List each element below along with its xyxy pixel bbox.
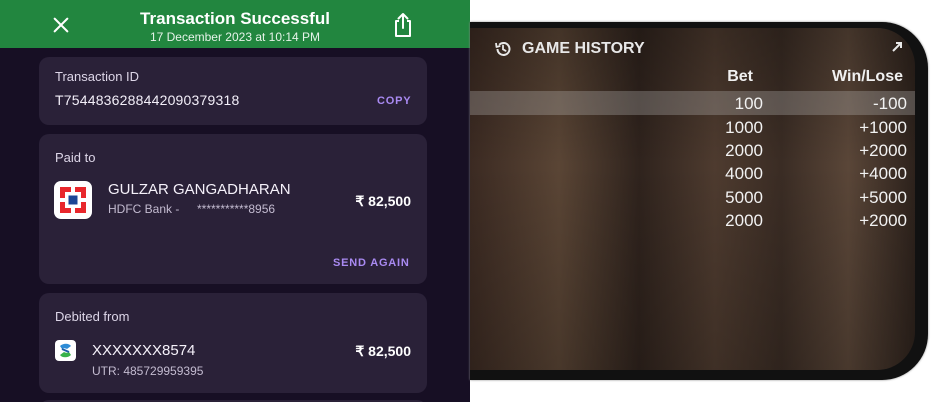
transaction-id-card: Transaction ID T754483628844209037931​8 … <box>39 57 427 125</box>
payee-account-masked: ***********8956 <box>197 202 276 216</box>
history-row: 4000 +4000 <box>470 162 915 185</box>
debit-account: XXXXXXX8574 <box>92 342 196 359</box>
history-row: 1000 +1000 <box>470 116 915 139</box>
history-row: 2000 +2000 <box>470 209 915 232</box>
bet-cell: 5000 <box>725 188 763 207</box>
payment-receipt-screen: Transaction Successful 17 December 2023 … <box>0 0 470 402</box>
phone-frame: GAME HISTORY Bet Win/Lose 100 -100 1000 … <box>470 22 928 380</box>
history-icon <box>494 40 512 58</box>
payee-name: GULZAR GANGADHARAN <box>108 181 291 198</box>
hdfc-bank-logo-icon <box>54 181 92 219</box>
receipt-header: Transaction Successful 17 December 2023 … <box>0 0 470 48</box>
paid-to-card: Paid to GULZAR GANGADHARAN HDFC Bank - *… <box>39 134 427 284</box>
utr-number: UTR: 485729959395 <box>92 364 204 378</box>
game-screen: GAME HISTORY Bet Win/Lose 100 -100 1000 … <box>470 28 915 370</box>
winlose-cell: +2000 <box>859 141 907 160</box>
history-row: 2000 +2000 <box>470 139 915 162</box>
bet-cell: 2000 <box>725 141 763 160</box>
paid-to-label: Paid to <box>55 150 96 165</box>
history-row: 100 -100 <box>470 92 915 115</box>
bet-cell: 4000 <box>725 164 763 183</box>
share-icon[interactable] <box>392 12 414 38</box>
winlose-cell: +5000 <box>859 188 907 207</box>
winlose-cell: -100 <box>872 94 907 113</box>
bet-cell: 1000 <box>725 118 763 137</box>
winlose-column-header: Win/Lose <box>832 68 903 85</box>
debited-from-label: Debited from <box>55 309 130 324</box>
transaction-id-value: T754483628844209037931​8 <box>55 92 240 108</box>
winlose-cell: +1000 <box>859 118 907 137</box>
debited-amount: ₹ 82,500 <box>355 343 411 359</box>
payee-bank: HDFC Bank - <box>108 202 180 216</box>
expand-icon[interactable] <box>890 40 904 54</box>
game-history-screenshot: GAME HISTORY Bet Win/Lose 100 -100 1000 … <box>470 0 931 402</box>
copy-button[interactable]: COPY <box>377 95 411 107</box>
game-history-title: GAME HISTORY <box>522 40 645 57</box>
paid-amount: ₹ 82,500 <box>355 193 411 209</box>
history-row: 5000 +5000 <box>470 186 915 209</box>
send-again-button[interactable]: SEND AGAIN <box>333 257 410 269</box>
winlose-cell: +4000 <box>859 164 907 183</box>
standard-chartered-logo-icon <box>55 340 76 361</box>
bet-cell: 2000 <box>725 211 763 230</box>
debited-from-card: Debited from XXXXXXX8574 UTR: 4857299593… <box>39 293 427 393</box>
transaction-id-label: Transaction ID <box>55 69 140 84</box>
bet-cell: 100 <box>734 94 763 113</box>
winlose-cell: +2000 <box>859 211 907 230</box>
bet-column-header: Bet <box>727 68 753 85</box>
